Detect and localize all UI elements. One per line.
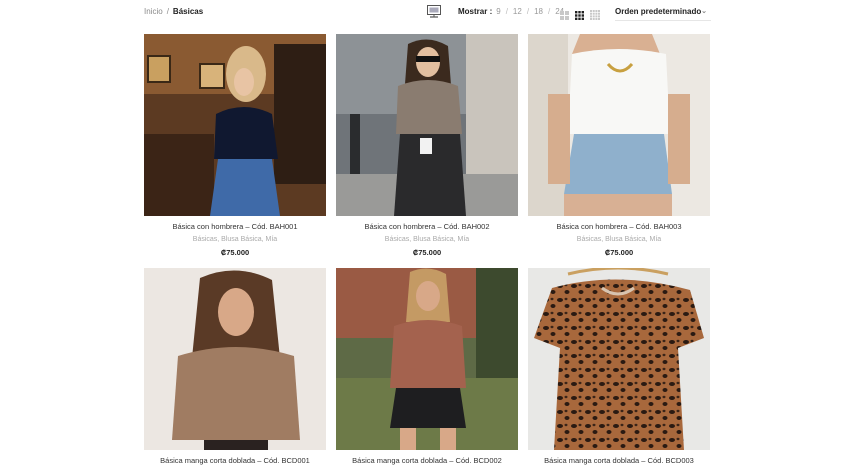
product-image[interactable] — [144, 34, 326, 216]
product-image[interactable] — [144, 268, 326, 450]
product-title[interactable]: Básica con hombrera – Cód. BAH003 — [528, 222, 710, 231]
per-page-separator: / — [505, 7, 508, 16]
shop-toolbar: Inicio / Básicas Mostrar :9/12/18/24 Ord… — [0, 0, 853, 26]
breadcrumb-home-link[interactable]: Inicio — [144, 7, 163, 16]
product-title[interactable]: Básica manga corta doblada – Cód. BCD002 — [336, 456, 518, 465]
product-price: ₡75.000 — [604, 248, 634, 257]
product-categories[interactable]: Básicas, Blusa Básica, Mía — [336, 236, 518, 243]
product-title[interactable]: Básica con hombrera – Cód. BAH001 — [144, 222, 326, 231]
per-page-option-12[interactable]: 12 — [513, 7, 522, 16]
product-card[interactable]: Básica manga corta doblada – Cód. BCD002 — [336, 268, 518, 465]
per-page-separator: / — [547, 7, 551, 16]
product-title[interactable]: Básica con hombrera – Cód. BAH002 — [336, 222, 518, 231]
per-page-selector: Mostrar :9/12/18/24 — [458, 7, 564, 16]
product-categories[interactable]: Básicas, Blusa Básica, Mía — [144, 236, 326, 243]
product-image[interactable] — [336, 34, 518, 216]
per-page-option-9[interactable]: 9 — [496, 7, 500, 16]
per-page-option-18[interactable]: 18 — [534, 7, 543, 16]
product-card[interactable]: Básica con hombrera – Cód. BAH003 Básica… — [528, 34, 710, 257]
product-title[interactable]: Básica manga corta doblada – Cód. BCD003 — [528, 456, 710, 465]
breadcrumb-current: Básicas — [172, 7, 204, 16]
sort-dropdown[interactable]: Orden predeterminado ⌄ — [615, 3, 711, 21]
per-page-label: Mostrar : — [458, 7, 493, 16]
product-title[interactable]: Básica manga corta doblada – Cód. BCD001 — [144, 456, 326, 465]
grid-3-icon[interactable] — [575, 7, 584, 25]
product-card[interactable]: Básica manga corta doblada – Cód. BCD003 — [528, 268, 710, 465]
product-image[interactable] — [336, 268, 518, 450]
breadcrumb-separator: / — [166, 7, 169, 16]
product-card[interactable]: Básica con hombrera – Cód. BAH002 Básica… — [336, 34, 518, 257]
product-image[interactable] — [528, 268, 710, 450]
filter-panel-icon[interactable] — [427, 5, 441, 18]
grid-4-icon[interactable] — [590, 7, 600, 25]
per-page-separator: / — [526, 7, 530, 16]
breadcrumb: Inicio / Básicas — [144, 7, 203, 16]
chevron-down-icon: ⌄ — [701, 8, 707, 15]
product-card[interactable]: Básica con hombrera – Cód. BAH001 Básica… — [144, 34, 326, 257]
grid-2-icon[interactable] — [560, 7, 569, 25]
product-card[interactable]: Básica manga corta doblada – Cód. BCD001 — [144, 268, 326, 465]
product-categories[interactable]: Básicas, Blusa Básica, Mía — [528, 236, 710, 243]
sort-selected-value: Orden predeterminado — [615, 7, 702, 16]
product-price: ₡75.000 — [220, 248, 250, 257]
product-price: ₡75.000 — [412, 248, 442, 257]
product-image[interactable] — [528, 34, 710, 216]
